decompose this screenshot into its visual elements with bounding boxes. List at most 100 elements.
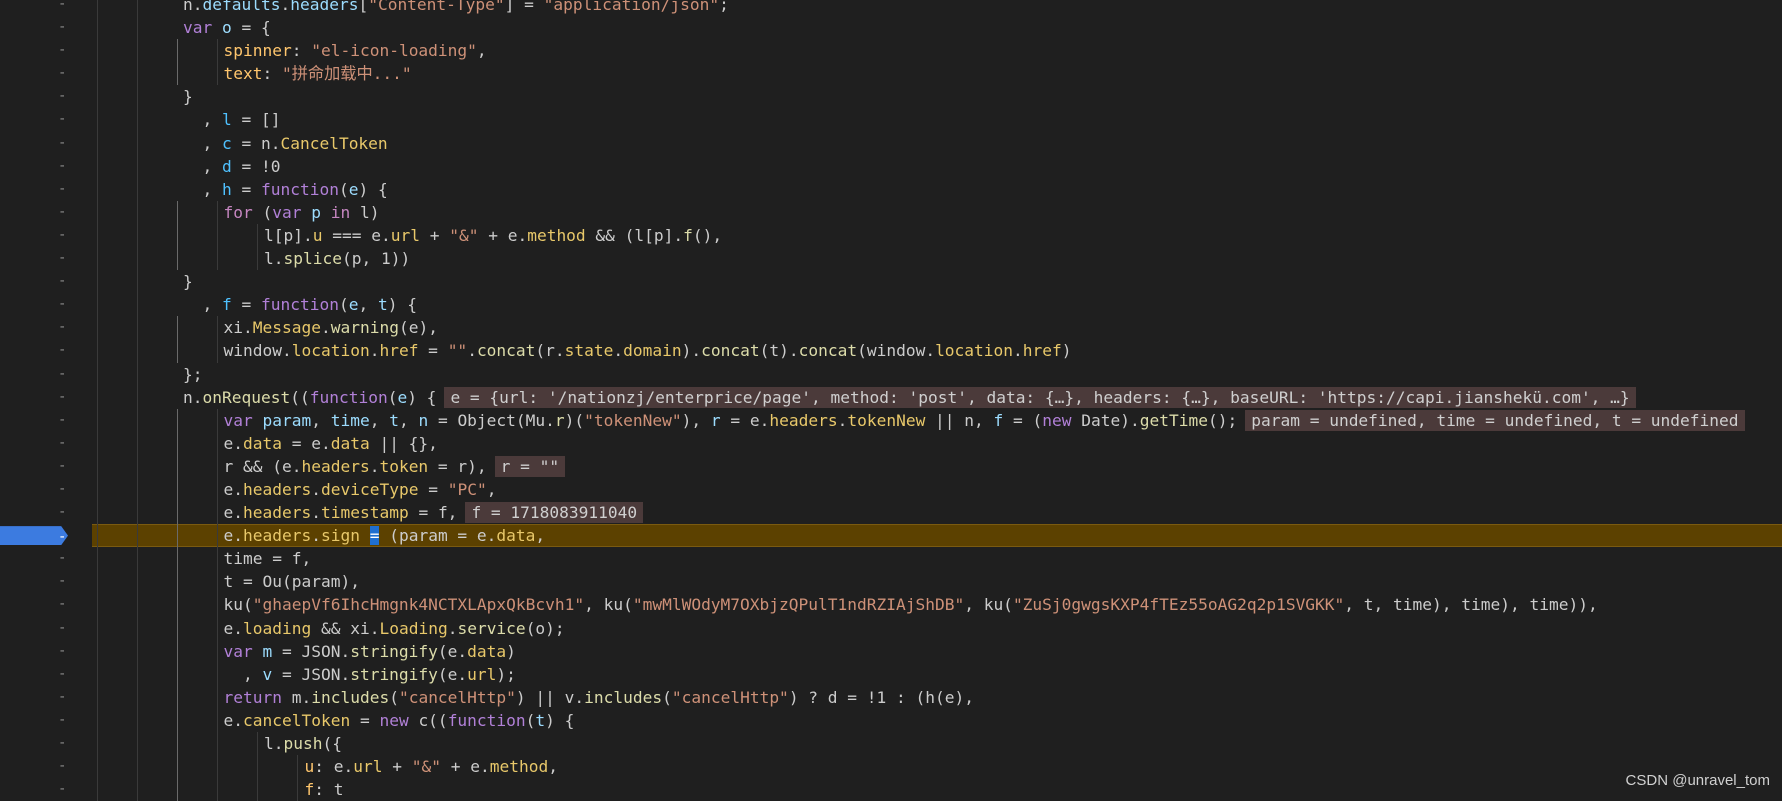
line-gutter[interactable]: -: [0, 616, 90, 640]
code-line[interactable]: - u: e.url + "&" + e.method,: [0, 755, 1782, 779]
indent-guide: [177, 223, 178, 248]
breakpoint-marker[interactable]: -: [0, 526, 68, 546]
code-token: timestamp: [320, 503, 409, 523]
line-gutter[interactable]: -: [0, 501, 90, 525]
line-gutter[interactable]: -: [0, 223, 90, 248]
line-gutter[interactable]: -: [0, 385, 90, 409]
code-line[interactable]: - n.onRequest((function(e) {e = {url: '/n…: [0, 385, 1782, 409]
line-gutter[interactable]: -: [0, 247, 90, 271]
line-gutter[interactable]: -: [0, 685, 90, 709]
indent-guide: [137, 662, 138, 686]
code-line[interactable]: -}: [0, 85, 1782, 109]
code-token: m.: [291, 687, 312, 707]
code-token: var: [223, 641, 263, 661]
code-text: }: [183, 85, 193, 108]
inline-debug-value[interactable]: e = {url: '/nationzj/enterprice/page', m…: [444, 386, 1636, 408]
line-gutter[interactable]: -: [0, 454, 90, 478]
inline-debug-value[interactable]: r = "": [494, 455, 566, 477]
code-token: .: [320, 318, 331, 338]
line-gutter[interactable]: -: [0, 477, 90, 502]
code-line[interactable]: - var m = JSON.stringify(e.data): [0, 639, 1782, 663]
line-gutter[interactable]: -: [0, 316, 90, 340]
line-gutter[interactable]: -: [0, 639, 90, 663]
code-line[interactable]: - return m.includes("cancelHttp") || v.in…: [0, 685, 1782, 709]
code-token: ) {: [387, 295, 417, 315]
indent-guide: [97, 732, 98, 756]
line-gutter[interactable]: -: [0, 524, 90, 548]
line-gutter[interactable]: -: [0, 108, 90, 132]
line-gutter[interactable]: -: [0, 39, 90, 63]
code-token: (e),: [398, 318, 438, 338]
code-line[interactable]: - e.cancelToken = new c((function(t) {: [0, 708, 1782, 732]
line-gutter[interactable]: -: [0, 408, 90, 432]
code-line[interactable]: - time = f,: [0, 547, 1782, 571]
code-token: .: [369, 456, 380, 476]
gutter-dash: -: [58, 203, 67, 220]
code-line[interactable]: - e.headers.timestamp = f, f = 17180839110…: [0, 501, 1782, 525]
line-gutter[interactable]: -: [0, 62, 90, 86]
code-line[interactable]: - , d = !0: [0, 154, 1782, 178]
code-line[interactable]: - l.splice(p, 1)): [0, 247, 1782, 271]
code-line[interactable]: - r && (e.headers.token = r), r = "": [0, 454, 1782, 478]
line-gutter[interactable]: -: [0, 177, 90, 201]
inline-debug-value[interactable]: param = undefined, time = undefined, t =…: [1245, 409, 1745, 431]
line-gutter[interactable]: -: [0, 270, 90, 294]
line-gutter[interactable]: -: [0, 732, 90, 756]
line-gutter[interactable]: -: [0, 362, 90, 386]
code-token: method: [527, 225, 586, 245]
line-gutter[interactable]: -: [0, 593, 90, 617]
code-line[interactable]: - spinner: "el-icon-loading",: [0, 39, 1782, 63]
code-token: }: [183, 272, 193, 292]
code-line[interactable]: - text: "拼命加载中...": [0, 62, 1782, 86]
line-gutter[interactable]: -: [0, 755, 90, 779]
code-line[interactable]: - for (var p in l): [0, 200, 1782, 224]
line-gutter[interactable]: -: [0, 0, 90, 17]
code-line[interactable]: - l[p].u === e.url + "&" + e.method && (l…: [0, 223, 1782, 248]
code-token: tokenNew: [847, 410, 926, 430]
code-line[interactable]: - var param, time, t, n = Object(Mu.r)("t…: [0, 408, 1782, 432]
line-gutter[interactable]: -: [0, 570, 90, 594]
line-gutter[interactable]: -: [0, 431, 90, 455]
code-line[interactable]: -}: [0, 270, 1782, 294]
line-gutter[interactable]: -: [0, 85, 90, 109]
line-gutter[interactable]: -: [0, 154, 90, 178]
line-gutter[interactable]: -: [0, 16, 90, 40]
code-token: r: [710, 410, 721, 430]
line-gutter[interactable]: -: [0, 339, 90, 363]
line-gutter[interactable]: -: [0, 778, 90, 801]
code-line[interactable]: - e.data = e.data || {},: [0, 431, 1782, 455]
code-line[interactable]: - e.loading && xi.Loading.service(o);: [0, 616, 1782, 640]
code-line[interactable]: - , f = function(e, t) {: [0, 293, 1782, 317]
code-line[interactable]: - e.headers.deviceType = "PC",: [0, 477, 1782, 502]
code-line[interactable]: - t = Ou(param),: [0, 570, 1782, 594]
code-line[interactable]: - window.location.href = "".concat(r.stat…: [0, 339, 1782, 363]
code-editor[interactable]: - n.defaults.headers["Content-Type"] = "a…: [0, 0, 1782, 801]
code-line[interactable]: - f: t: [0, 778, 1782, 801]
code-line[interactable]: - l.push({: [0, 732, 1782, 756]
line-gutter[interactable]: -: [0, 293, 90, 317]
code-token: )(: [564, 410, 585, 430]
code-token: ,: [369, 410, 390, 430]
code-line[interactable]: - , l = []: [0, 108, 1782, 132]
code-line[interactable]: - , h = function(e) {: [0, 177, 1782, 201]
code-line[interactable]: - n.defaults.headers["Content-Type"] = "a…: [0, 0, 1782, 17]
code-token: c((: [418, 710, 448, 730]
gutter-dash: -: [58, 388, 67, 405]
code-line[interactable]: - ku("ghaepVf6IhcHmgnk4NCTXLApxQkBcvh1", …: [0, 593, 1782, 617]
line-gutter[interactable]: -: [0, 708, 90, 732]
line-gutter[interactable]: -: [0, 662, 90, 686]
code-line[interactable]: -};: [0, 362, 1782, 386]
code-line[interactable]: - xi.Message.warning(e),: [0, 316, 1782, 340]
line-gutter[interactable]: -: [0, 200, 90, 224]
code-token: ;: [719, 0, 729, 14]
indent-guide: [97, 362, 98, 386]
code-line[interactable]: - , v = JSON.stringify(e.url);: [0, 662, 1782, 686]
code-text: , d = !0: [183, 155, 280, 178]
inline-debug-value[interactable]: f = 1718083911040: [465, 502, 644, 524]
line-gutter[interactable]: -: [0, 131, 90, 155]
code-line[interactable]: - var o = {: [0, 16, 1782, 40]
code-token: "&": [411, 757, 441, 777]
code-line[interactable]: - , c = n.CancelToken: [0, 131, 1782, 155]
code-line[interactable]: - e.headers.sign = (param = e.data,: [0, 524, 1782, 548]
line-gutter[interactable]: -: [0, 547, 90, 571]
